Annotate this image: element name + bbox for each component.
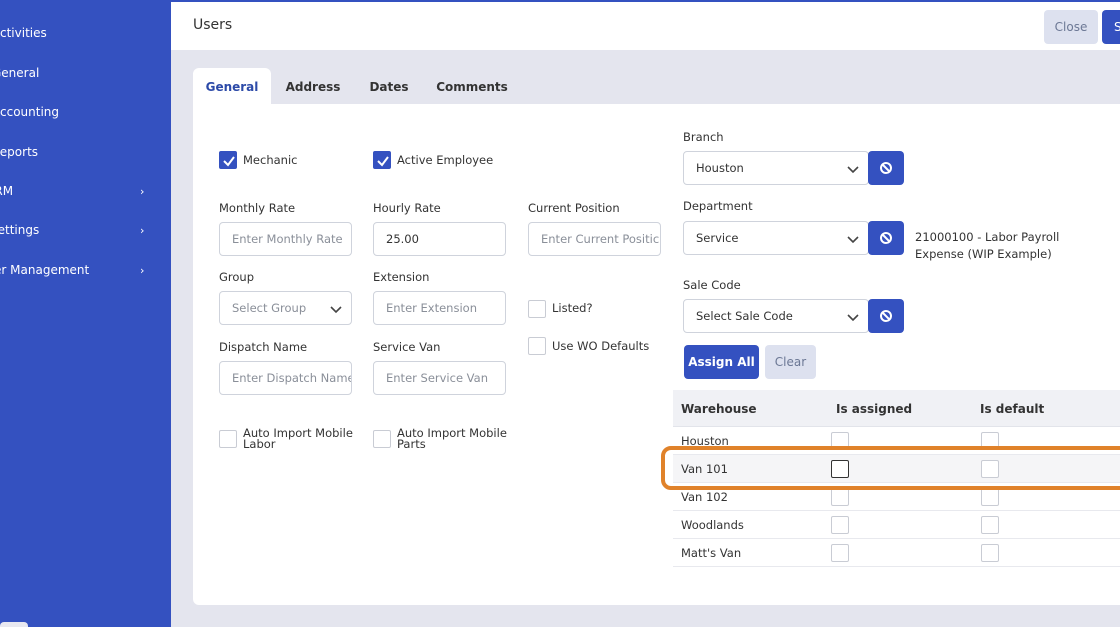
warehouse-name: Woodlands: [681, 518, 744, 532]
sidebar-item-label: General: [0, 66, 40, 80]
branch-clear-button[interactable]: [868, 151, 904, 185]
sidebar-item-label: User Management: [0, 263, 90, 277]
auto-import-parts-label-line2: Parts: [397, 437, 426, 451]
current-position-label: Current Position: [528, 201, 620, 215]
monthly-rate-label: Monthly Rate: [219, 201, 296, 215]
tab-comments[interactable]: Comments: [434, 68, 510, 105]
sidebar-item-reports[interactable]: Reports: [0, 138, 171, 166]
sidebar-item-label: Accounting: [0, 105, 60, 119]
is-assigned-column-header[interactable]: Is assigned: [836, 402, 912, 416]
branch-select[interactable]: Houston: [683, 151, 869, 185]
check-icon: [223, 156, 235, 167]
department-note-line2: Expense (WIP Example): [915, 247, 1052, 261]
warehouse-name: Matt's Van: [681, 546, 742, 560]
department-select-value: Service: [696, 231, 739, 245]
department-clear-button[interactable]: [868, 221, 904, 255]
sidebar-item-settings[interactable]: Settings ›: [0, 216, 171, 244]
extension-input[interactable]: Enter Extension: [373, 291, 506, 325]
tab-dates[interactable]: Dates: [364, 68, 414, 105]
active-employee-checkbox[interactable]: [373, 151, 391, 169]
save-button[interactable]: S: [1102, 10, 1120, 44]
tab-general[interactable]: General: [193, 68, 271, 105]
hourly-rate-label: Hourly Rate: [373, 201, 441, 215]
close-button[interactable]: Close: [1044, 10, 1098, 44]
warehouse-name: Van 102: [681, 490, 728, 504]
sale-code-select-value: Select Sale Code: [696, 309, 793, 323]
dispatch-name-input[interactable]: Enter Dispatch Name: [219, 361, 352, 395]
table-header: Warehouse Is assigned Is default: [673, 390, 1120, 427]
tab-address[interactable]: Address: [280, 68, 346, 105]
assign-all-button[interactable]: Assign All: [684, 345, 759, 379]
service-van-input[interactable]: Enter Service Van: [373, 361, 506, 395]
chevron-down-icon: [847, 314, 859, 322]
is-default-checkbox[interactable]: [981, 516, 999, 534]
mechanic-checkbox[interactable]: [219, 151, 237, 169]
listed-checkbox[interactable]: [528, 300, 546, 318]
auto-import-labor-checkbox[interactable]: [219, 430, 237, 448]
chevron-right-icon: ›: [140, 184, 145, 198]
ban-icon: [880, 310, 892, 322]
department-select[interactable]: Service: [683, 221, 869, 255]
sidebar-item-user-management[interactable]: User Management ›: [0, 256, 171, 284]
chevron-right-icon: ›: [140, 223, 145, 237]
branch-label: Branch: [683, 130, 724, 144]
use-wo-defaults-checkbox[interactable]: [528, 337, 546, 355]
service-van-label: Service Van: [373, 340, 441, 354]
sidebar: Activities General Accounting Reports CR…: [0, 0, 171, 627]
sidebar-item-label: Activities: [0, 26, 47, 40]
auto-import-labor-label: Auto Import Mobile Labor: [243, 427, 353, 451]
sidebar-item-activities[interactable]: Activities: [0, 19, 171, 47]
ban-icon: [880, 232, 892, 244]
auto-import-parts-label: Auto Import Mobile Parts: [397, 427, 507, 451]
is-default-checkbox[interactable]: [981, 488, 999, 506]
sidebar-item-label: Reports: [0, 145, 39, 159]
auto-import-parts-checkbox[interactable]: [373, 430, 391, 448]
group-label: Group: [219, 270, 255, 284]
is-default-checkbox[interactable]: [981, 544, 999, 562]
current-position-input[interactable]: Enter Current Positic: [528, 222, 661, 256]
clear-button[interactable]: Clear: [765, 345, 816, 379]
listed-label: Listed?: [552, 301, 593, 315]
warehouse-column-header[interactable]: Warehouse: [681, 402, 757, 416]
chevron-down-icon: [847, 236, 859, 244]
department-note-line1: 21000100 - Labor Payroll: [915, 230, 1060, 244]
sale-code-label: Sale Code: [683, 278, 741, 292]
sidebar-item-label: CRM: [0, 184, 14, 198]
table-row: Matt's Van: [673, 539, 1120, 567]
auto-import-labor-label-line2: Labor: [243, 437, 276, 451]
sidebar-item-crm[interactable]: CRM ›: [0, 177, 171, 205]
page-title: Users: [193, 17, 233, 33]
branch-select-value: Houston: [696, 161, 744, 175]
dispatch-name-label: Dispatch Name: [219, 340, 308, 354]
table-row: Woodlands: [673, 511, 1120, 539]
is-assigned-checkbox[interactable]: [831, 516, 849, 534]
active-employee-label: Active Employee: [397, 153, 494, 167]
is-default-column-header[interactable]: Is default: [980, 402, 1044, 416]
sale-code-select[interactable]: Select Sale Code: [683, 299, 869, 333]
check-icon: [377, 156, 389, 167]
extension-label: Extension: [373, 270, 430, 284]
page-header: Users Close S: [171, 0, 1120, 50]
is-assigned-checkbox[interactable]: [831, 488, 849, 506]
ban-icon: [880, 162, 892, 174]
sidebar-item-label: Settings: [0, 223, 40, 237]
sidebar-item-general[interactable]: General: [0, 59, 171, 87]
chevron-down-icon: [330, 306, 342, 314]
sale-code-clear-button[interactable]: [868, 299, 904, 333]
hourly-rate-input[interactable]: 25.00: [373, 222, 506, 256]
group-select[interactable]: Select Group: [219, 291, 352, 325]
sidebar-item-accounting[interactable]: Accounting: [0, 98, 171, 126]
group-select-value: Select Group: [232, 301, 307, 315]
department-note: 21000100 - Labor Payroll Expense (WIP Ex…: [915, 229, 1065, 263]
is-assigned-checkbox[interactable]: [831, 544, 849, 562]
sidebar-toggle[interactable]: [0, 622, 28, 627]
chevron-down-icon: [847, 166, 859, 174]
mechanic-label: Mechanic: [243, 153, 298, 167]
monthly-rate-input[interactable]: Enter Monthly Rate: [219, 222, 352, 256]
chevron-right-icon: ›: [140, 263, 145, 277]
highlight-outline: [661, 446, 1120, 490]
use-wo-defaults-label: Use WO Defaults: [552, 339, 650, 353]
department-label: Department: [683, 199, 753, 213]
